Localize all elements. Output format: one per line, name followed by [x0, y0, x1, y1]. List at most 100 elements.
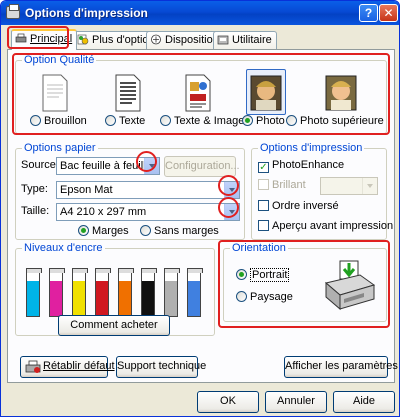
configuration-button[interactable]: Configuration... — [164, 156, 240, 177]
show-settings-button[interactable]: Afficher les paramètres — [284, 356, 398, 378]
radio-texte-image-circle[interactable] — [160, 115, 171, 126]
portrait-printer-icon — [324, 260, 376, 311]
help-title-button[interactable]: ? — [359, 4, 378, 22]
no-margins-radio[interactable]: Sans marges — [140, 225, 219, 237]
quality-radio-photo[interactable]: Photo — [242, 115, 285, 127]
printer-icon — [15, 33, 27, 43]
size-label: Taille: — [21, 205, 50, 217]
ink-cartridge — [26, 268, 42, 317]
brilliant-checkbox[interactable]: Brillant — [258, 179, 306, 191]
radio-texte-circle[interactable] — [105, 115, 116, 126]
options-icon — [77, 34, 89, 45]
quality-label-photo: Photo — [256, 115, 285, 127]
printer-app-icon — [6, 4, 20, 19]
portrait-label: Portrait — [250, 268, 290, 282]
quality-label-brouillon: Brouillon — [44, 115, 87, 127]
brilliant-label: Brillant — [272, 179, 306, 191]
title-bar[interactable]: Options d'impression ? ✕ — [1, 1, 399, 25]
chevron-down-icon[interactable] — [144, 158, 159, 174]
source-select[interactable]: Bac feuille à feuille — [56, 157, 160, 175]
photo-icon[interactable] — [248, 73, 284, 113]
cancel-button[interactable]: Annuler — [265, 391, 327, 413]
quality-radio-texte-image[interactable]: Texte & Image — [160, 115, 244, 127]
quality-group-label: Option Qualité — [22, 54, 97, 66]
mirror-checkbox[interactable]: Ordre inversé — [258, 200, 339, 212]
landscape-radio[interactable]: Paysage — [236, 291, 293, 303]
tab-utilitaire[interactable]: Utilitaire — [213, 31, 277, 49]
text-image-doc-icon[interactable] — [180, 73, 216, 113]
margins-radio[interactable]: Marges — [78, 225, 129, 237]
mirror-check[interactable] — [258, 200, 269, 211]
ink-cartridge — [118, 268, 134, 317]
ink-cartridge — [187, 268, 203, 317]
source-label: Source: — [21, 159, 59, 171]
portrait-radio-circle[interactable] — [236, 269, 247, 280]
radio-photo-circle[interactable] — [242, 115, 253, 126]
restore-defaults-button[interactable]: Rétablir défaut — [20, 356, 115, 378]
ink-cartridge — [49, 268, 65, 317]
tab-disposition-label: Disposition — [165, 34, 219, 46]
preview-checkbox[interactable]: Aperçu avant impression — [258, 220, 393, 232]
mirror-label: Ordre inversé — [272, 200, 339, 212]
draft-doc-icon[interactable] — [37, 73, 73, 113]
restore-defaults-label: Rétablir défaut — [43, 360, 115, 372]
quality-label-texte-image: Texte & Image — [174, 115, 245, 127]
radio-photo-superieure-circle[interactable] — [286, 115, 297, 126]
quality-radio-texte[interactable]: Texte — [105, 115, 145, 127]
ink-cartridge — [72, 268, 88, 317]
photo-superior-icon[interactable] — [323, 73, 359, 113]
brilliant-select[interactable] — [320, 177, 378, 195]
layout-icon — [151, 34, 161, 45]
quality-label-texte: Texte — [119, 115, 146, 127]
landscape-label: Paysage — [250, 291, 293, 303]
ink-cartridge — [95, 268, 111, 317]
quality-radio-brouillon[interactable]: Brouillon — [30, 115, 87, 127]
photo-enhance-checkbox[interactable]: ✓ PhotoEnhance — [258, 159, 344, 173]
landscape-radio-circle[interactable] — [236, 291, 247, 302]
brilliant-check[interactable] — [258, 179, 269, 190]
tab-principal[interactable]: Principal — [11, 29, 78, 50]
chevron-down-icon[interactable] — [362, 178, 377, 194]
preview-label: Aperçu avant impression — [272, 220, 394, 232]
ink-cartridge — [164, 268, 180, 317]
source-value: Bac feuille à feuille — [60, 160, 152, 172]
photo-enhance-check[interactable]: ✓ — [258, 162, 269, 173]
type-select[interactable]: Epson Mat — [56, 181, 240, 199]
ok-button[interactable]: OK — [197, 391, 259, 413]
portrait-radio[interactable]: Portrait — [236, 268, 290, 282]
no-margins-label: Sans marges — [154, 225, 219, 237]
tab-principal-label: Principal — [30, 33, 73, 45]
paper-options-group: Options papier Source: Bac feuille à feu… — [15, 142, 245, 240]
paper-options-label: Options papier — [22, 142, 98, 154]
buy-ink-button[interactable]: Comment acheter — [58, 315, 170, 336]
ink-cartridge — [141, 268, 157, 317]
utility-icon — [217, 35, 229, 45]
size-value: A4 210 x 297 mm — [60, 206, 147, 218]
photo-enhance-label: PhotoEnhance — [272, 159, 345, 171]
margins-label: Marges — [92, 225, 129, 237]
window-title: Options d'impression — [25, 6, 148, 20]
chevron-down-icon[interactable] — [224, 182, 239, 198]
no-margins-radio-circle[interactable] — [140, 225, 151, 236]
radio-brouillon-circle[interactable] — [30, 115, 41, 126]
margins-radio-circle[interactable] — [78, 225, 89, 236]
print-options-label: Options d'impression — [258, 142, 365, 154]
print-options-group: Options d'impression ✓ PhotoEnhance Brill… — [251, 142, 393, 240]
tech-support-button[interactable]: Support technique — [116, 356, 206, 378]
ink-levels-label: Niveaux d'encre — [22, 242, 105, 254]
close-button[interactable]: ✕ — [379, 4, 398, 22]
preview-check[interactable] — [258, 220, 269, 231]
quality-label-photo-superieure: Photo supérieure — [300, 115, 384, 127]
tab-panel-principal: Option Qualité Brouillon Texte Texte & I… — [7, 49, 398, 383]
orientation-label: Orientation — [230, 242, 288, 254]
quality-group: Option Qualité Brouillon Texte Texte & I… — [15, 54, 387, 134]
quality-radio-photo-superieure[interactable]: Photo supérieure — [286, 115, 384, 127]
text-doc-icon[interactable] — [110, 73, 146, 113]
type-label: Type: — [21, 183, 48, 195]
help-button[interactable]: Aide — [333, 391, 395, 413]
ink-levels-group: Niveaux d'encre Comment acheter — [15, 242, 215, 336]
chevron-down-icon[interactable] — [224, 204, 239, 220]
print-options-dialog: Options d'impression ? ✕ Principal Plus … — [0, 0, 400, 417]
size-select[interactable]: A4 210 x 297 mm — [56, 203, 240, 221]
orientation-group: Orientation Portrait Paysage — [223, 242, 387, 322]
